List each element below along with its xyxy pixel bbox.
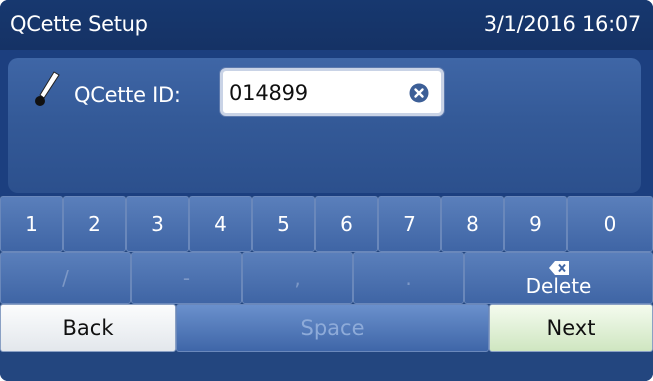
- page-title: QCette Setup: [10, 12, 148, 36]
- key-comma[interactable]: ,: [242, 252, 353, 304]
- qcette-id-input[interactable]: 014899: [220, 68, 444, 116]
- title-bar: QCette Setup 3/1/2016 16:07: [0, 0, 653, 50]
- key-5[interactable]: 5: [252, 196, 315, 252]
- back-button[interactable]: Back: [0, 304, 176, 352]
- qcette-id-label: QCette ID:: [74, 83, 181, 107]
- delete-label: Delete: [525, 273, 592, 298]
- delete-button[interactable]: Delete: [464, 252, 653, 304]
- qcette-setup-screen: QCette Setup 3/1/2016 16:07 QCette ID: 0…: [0, 0, 653, 381]
- key-4[interactable]: 4: [189, 196, 252, 252]
- pipette-icon: [35, 71, 60, 106]
- clear-circle-icon[interactable]: [409, 83, 429, 103]
- key-7[interactable]: 7: [378, 196, 441, 252]
- next-button[interactable]: Next: [489, 304, 653, 352]
- key-2[interactable]: 2: [63, 196, 126, 252]
- key-6[interactable]: 6: [315, 196, 378, 252]
- key-0[interactable]: 0: [567, 196, 653, 252]
- id-entry-panel: QCette ID: 014899: [8, 58, 641, 193]
- key-9[interactable]: 9: [504, 196, 567, 252]
- qcette-id-value: 014899: [229, 81, 308, 105]
- backspace-icon: [548, 260, 569, 275]
- key-3[interactable]: 3: [126, 196, 189, 252]
- key-8[interactable]: 8: [441, 196, 504, 252]
- space-button[interactable]: Space: [176, 304, 489, 352]
- key-slash[interactable]: /: [0, 252, 131, 304]
- key-period[interactable]: .: [353, 252, 464, 304]
- on-screen-keyboard: 1 2 3 4 5 6 7 8 9 0 / - , . Delete Back …: [0, 196, 653, 381]
- key-1[interactable]: 1: [0, 196, 63, 252]
- datetime-display: 3/1/2016 16:07: [483, 12, 642, 36]
- key-hyphen[interactable]: -: [131, 252, 242, 304]
